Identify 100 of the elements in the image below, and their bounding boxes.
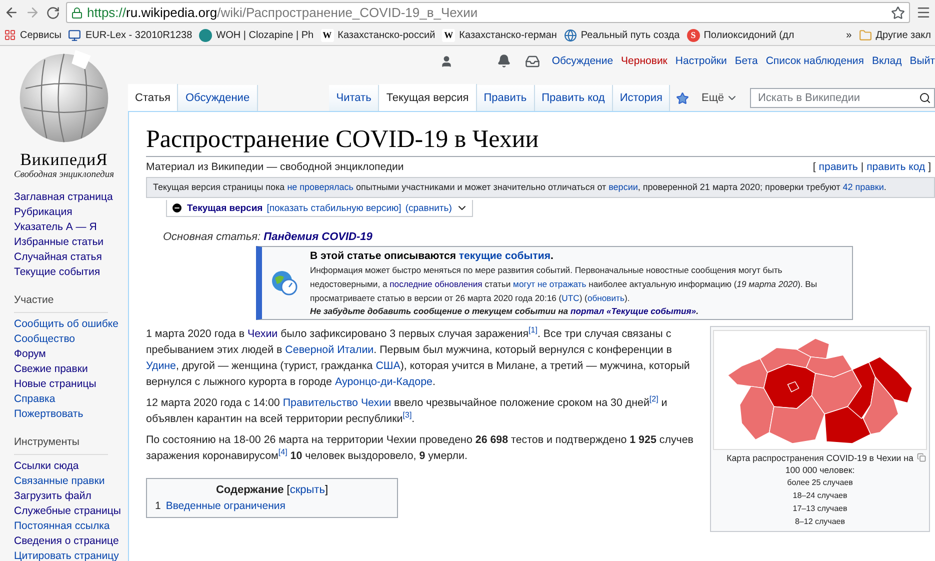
compare-link[interactable]: (сравнить): [405, 202, 452, 214]
link[interactable]: обновить: [587, 293, 624, 303]
address-bar[interactable]: https://ru.wikipedia.org/wiki/Распространение_COVID-19_в_Чехии: [66, 2, 910, 23]
bracket: |: [860, 161, 864, 173]
tab[interactable]: Текущая версия: [379, 84, 477, 111]
notice-text: Информация может быстро меняться по мере развития событий. Первоначальные новостные сообщения могут быть недостоверными, а последние обновления статьи могут не отражать наиболее актуальную информацию (19 марта 2020). Вы просматриваете статью в версии от 26 марта 2020 года 20:16 (UTC) (обновить).: [310, 264, 818, 305]
reload-button[interactable]: [46, 6, 60, 20]
page-title: Распространение COVID-19 в Чехии: [146, 124, 935, 157]
link[interactable]: текущие события: [458, 250, 550, 262]
sidebar-link[interactable]: Рубрикация: [14, 205, 128, 220]
link[interactable]: могут не отражать: [513, 279, 586, 289]
reference-link[interactable]: [3]: [402, 410, 412, 420]
personal-link[interactable]: Выйт: [910, 55, 935, 67]
link[interactable]: UTC: [562, 293, 580, 303]
enlarge-icon[interactable]: [917, 453, 926, 462]
sidebar-link[interactable]: Сведения о странице: [14, 534, 128, 549]
sidebar-link[interactable]: Справка: [14, 392, 128, 407]
toc-title: Содержание: [216, 484, 284, 496]
sidebar-heading: Инструменты: [14, 432, 108, 455]
reference-link[interactable]: [2]: [649, 394, 658, 404]
link[interactable]: не проверялась: [287, 182, 354, 192]
sidebar-link[interactable]: Новые страницы: [14, 377, 128, 392]
sidebar-link[interactable]: Форум: [14, 347, 128, 362]
bookmark[interactable]: EUR-Lex - 32010R1238: [68, 28, 192, 42]
sidebar-link[interactable]: Сообщество: [14, 332, 128, 347]
link[interactable]: Ауронцо-ди-Кадоре: [334, 376, 432, 388]
current-version-link[interactable]: Текущая версия: [187, 202, 263, 214]
tab[interactable]: Обсуждение: [178, 85, 258, 111]
edit-link[interactable]: править код: [866, 161, 926, 173]
link[interactable]: последние обновления: [390, 279, 482, 289]
reference-link[interactable]: [1]: [528, 325, 538, 334]
sidebar-link[interactable]: Избранные статьи: [14, 235, 128, 250]
letter-icon: W: [320, 28, 334, 42]
sidebar-link[interactable]: Служебные страницы: [14, 504, 128, 519]
bookmark[interactable]: W Казахстанско-герман: [442, 28, 557, 42]
sidebar-link[interactable]: Связанные правки: [14, 474, 128, 489]
wordmark-tagline: Свободная энциклопедия: [14, 170, 114, 180]
map-caption: Карта распространения COVID-19 в Чехии на 100 000 человек:: [714, 452, 926, 476]
sidebar-link[interactable]: Заглавная страница: [14, 190, 128, 205]
link[interactable]: Пандемия COVID-19: [264, 231, 372, 243]
personal-link[interactable]: Список наблюдения: [766, 55, 864, 67]
link[interactable]: Северной Италии: [285, 344, 374, 356]
menu-button[interactable]: [916, 5, 931, 20]
back-button[interactable]: [4, 5, 19, 20]
search-box[interactable]: Искать в Википедии: [750, 88, 935, 108]
link[interactable]: Удине: [146, 360, 176, 372]
paragraph: По состоянию на 18-00 26 марта на территории Чехии проведено 26 698 тестов и подтверждено 1 925 случев заражения коронавирусом$^{[4]}$ 10 человек выздоровело, 9 умерли.: [146, 433, 694, 464]
tab[interactable]: Статья: [128, 84, 178, 111]
bookmark[interactable]: W Казахстанско-россий: [320, 28, 436, 42]
tab[interactable]: Править: [476, 85, 535, 111]
search-icon[interactable]: [919, 92, 931, 104]
personal-link[interactable]: Настройки: [675, 55, 727, 67]
bookmark[interactable]: Реальный путь созда: [564, 28, 680, 42]
personal-link[interactable]: Бета: [734, 55, 758, 67]
bookmark[interactable]: WOH | Clozapine | Ph: [199, 28, 314, 42]
show-stable-link[interactable]: [показать стабильную версию]: [266, 202, 402, 214]
edit-link[interactable]: править: [818, 161, 858, 173]
letter-icon: W: [442, 28, 456, 42]
personal-link[interactable]: Черновик: [621, 55, 668, 67]
bookmark[interactable]: Сервисы: [4, 29, 62, 41]
personal-link[interactable]: Обсуждение: [552, 55, 614, 67]
personal-link[interactable]: Вклад: [872, 55, 902, 67]
link[interactable]: версии: [608, 182, 638, 192]
paragraph: 1 марта 2020 года в Чехии было зафиксировано 3 первых случая заражения$^{[1]}$. Все три случая связаны с пребыванием этих людей в Северной Италии. Первым был мужчина, который вернулся с конференции в Удине, другой — женщина (турист, гражданка США), которая учится в Милане, а третий — мужчина, который вернулся с лыжного курорта в городе Ауронцо-ди-Кадоре.: [146, 326, 691, 390]
sidebar-link[interactable]: Ссылки сюда: [14, 459, 128, 474]
bell-icon[interactable]: [496, 54, 511, 68]
sidebar-link[interactable]: Постоянная ссылка: [14, 519, 128, 534]
sidebar-link[interactable]: Текущие события: [14, 265, 128, 280]
legend-label: 18–24 случаев: [792, 490, 848, 502]
globe-icon: [564, 28, 577, 42]
sidebar-link[interactable]: Загрузить файл: [14, 489, 128, 504]
link[interactable]: портал «Текущие события»: [570, 306, 696, 316]
tab[interactable]: Править код: [534, 85, 613, 111]
sidebar-link[interactable]: Указатель А — Я: [14, 220, 128, 235]
sidebar-link[interactable]: Случайная статья: [14, 250, 128, 265]
link[interactable]: Чехии: [248, 328, 278, 340]
reference-link[interactable]: [4]: [278, 447, 288, 456]
sidebar-link[interactable]: Пожертвовать: [14, 407, 128, 422]
bracket: [: [812, 161, 816, 173]
more-menu-button[interactable]: Ещё: [695, 85, 744, 111]
hide-link[interactable]: скрыть: [290, 484, 325, 496]
sidebar-link[interactable]: Сообщить об ошибке: [14, 317, 128, 332]
sidebar-link[interactable]: Цитировать страницу: [14, 549, 128, 561]
link[interactable]: 42 правки: [842, 182, 884, 192]
watch-star-icon[interactable]: [676, 92, 690, 104]
legend-label: более 25 случаев: [787, 477, 853, 489]
tab[interactable]: История: [612, 85, 670, 111]
sidebar-link[interactable]: Свежие правки: [14, 362, 128, 377]
folder-icon: [858, 28, 872, 42]
hatnote: Основная статья: Пандемия COVID-19: [163, 231, 374, 243]
link[interactable]: США: [376, 360, 400, 372]
tab[interactable]: Читать: [329, 85, 380, 111]
bookmark-star-icon[interactable]: [891, 6, 905, 20]
link[interactable]: Правительство Чехии: [282, 397, 392, 409]
bookmark-folder[interactable]: Другие закл: [858, 28, 931, 42]
toc-item[interactable]: 1 Введенные ограничения: [155, 500, 389, 512]
paragraph: 12 марта 2020 года с 14:00 Правительство Чехии ввело чрезвычайное положение сроком на 30 дней$^{[2]}$ и объявлен карантин на всей территории республики$^{[3]}$.: [146, 395, 668, 427]
bookmarks-overflow[interactable]: »: [846, 30, 852, 40]
inbox-icon[interactable]: [524, 54, 540, 68]
bookmark[interactable]: S Полиоксидоний (дл: [686, 28, 794, 42]
